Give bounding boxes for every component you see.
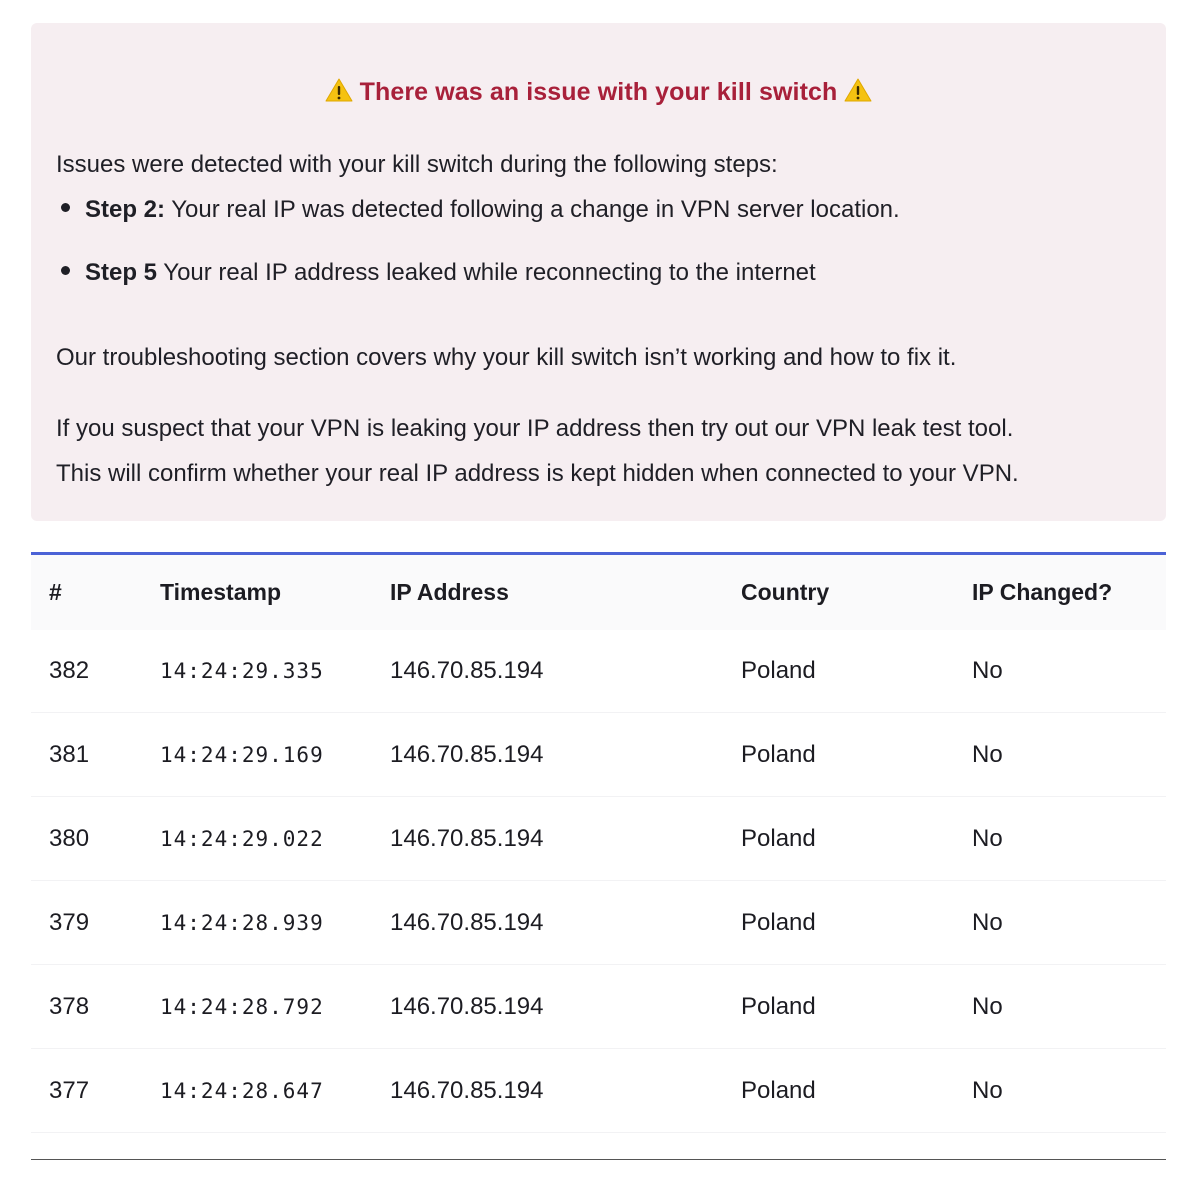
alert-intro: Issues were detected with your kill swit… [56,151,778,178]
issue-item: Step 5 Your real IP address leaked while… [56,259,816,287]
table-row: 378 14:24:28.792 146.70.85.194 Poland No [31,964,1166,1049]
cell-number: 380 [31,796,160,881]
table-bottom-divider [31,1159,1166,1160]
cell-ip: 146.70.85.194 [390,712,741,797]
warning-icon [325,78,353,102]
table-row: 380 14:24:29.022 146.70.85.194 Poland No [31,796,1166,881]
header-timestamp: Timestamp [160,579,282,605]
cell-number: 377 [31,1048,160,1133]
cell-timestamp: 14:24:29.022 [160,796,390,881]
cell-country: Poland [741,796,972,881]
cell-ip-changed: No [972,880,1166,965]
alert-title: There was an issue with your kill switch [31,78,1166,107]
cell-number: 381 [31,712,160,797]
issue-text: Your real IP address leaked while reconn… [157,259,816,286]
cell-ip-changed: No [972,964,1166,1049]
bullet-icon [61,266,70,275]
cell-ip: 146.70.85.194 [390,1048,741,1133]
warning-icon [844,78,872,102]
cell-country: Poland [741,880,972,965]
cell-ip: 146.70.85.194 [390,630,741,713]
cell-number: 382 [31,630,160,713]
issue-item: Step 2: Your real IP was detected follow… [56,196,900,224]
issue-text: Your real IP was detected following a ch… [165,196,900,223]
bullet-icon [61,203,70,212]
kill-switch-alert: There was an issue with your kill switch… [31,23,1166,521]
leak-test-text-line1: If you suspect that your VPN is leaking … [56,415,1014,442]
cell-number: 378 [31,964,160,1049]
header-country: Country [741,579,830,605]
cell-country: Poland [741,630,972,713]
cell-ip: 146.70.85.194 [390,880,741,965]
cell-timestamp: 14:24:28.792 [160,964,390,1049]
cell-timestamp: 14:24:28.939 [160,880,390,965]
issue-step: Step 2: [85,196,166,223]
cell-timestamp: 14:24:29.335 [160,630,390,713]
cell-country: Poland [741,964,972,1049]
troubleshooting-text: Our troubleshooting section covers why y… [56,344,957,371]
leak-test-text-line2: This will confirm whether your real IP a… [56,460,1019,487]
alert-title-text: There was an issue with your kill switch [359,78,838,106]
cell-ip-changed: No [972,796,1166,881]
cell-number: 379 [31,880,160,965]
cell-ip: 146.70.85.194 [390,964,741,1049]
cell-country: Poland [741,712,972,797]
cell-ip-changed: No [972,1048,1166,1133]
cell-timestamp: 14:24:28.647 [160,1048,390,1133]
cell-ip: 146.70.85.194 [390,796,741,881]
table-row: 381 14:24:29.169 146.70.85.194 Poland No [31,712,1166,797]
ip-log-table: # Timestamp IP Address Country IP Change… [31,555,1166,1133]
cell-ip-changed: No [972,712,1166,797]
table-row: 377 14:24:28.647 146.70.85.194 Poland No [31,1048,1166,1133]
issue-step: Step 5 [85,259,158,286]
cell-country: Poland [741,1048,972,1133]
header-ip-address: IP Address [390,579,509,605]
header-number: # [49,579,62,605]
header-ip-changed: IP Changed? [972,579,1113,605]
table-header-row: # Timestamp IP Address Country IP Change… [31,555,1166,630]
cell-ip-changed: No [972,630,1166,713]
table-row: 382 14:24:29.335 146.70.85.194 Poland No [31,630,1166,713]
cell-timestamp: 14:24:29.169 [160,712,390,797]
table-row: 379 14:24:28.939 146.70.85.194 Poland No [31,880,1166,965]
ip-log-table-container: # Timestamp IP Address Country IP Change… [31,552,1166,1160]
